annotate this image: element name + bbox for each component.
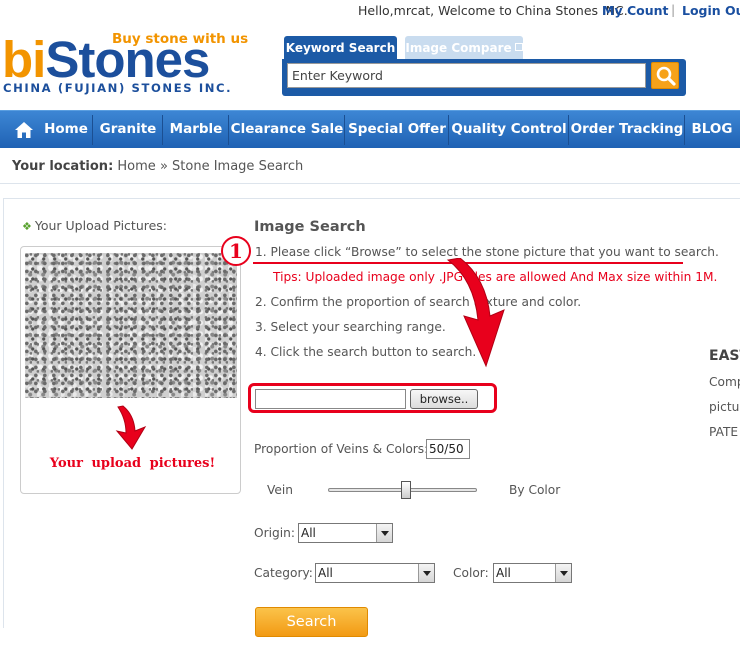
nav-divider xyxy=(228,115,229,145)
search-frame xyxy=(282,59,686,96)
color-label: Color: xyxy=(453,566,489,580)
search-button[interactable]: Search xyxy=(255,607,368,637)
page: Hello,mrcat, Welcome to China Stones INC… xyxy=(0,0,740,650)
origin-select-value: All xyxy=(301,526,316,540)
step-1-text: 1. Please click “Browse” to select the s… xyxy=(255,245,719,259)
uploaded-granite-image xyxy=(25,253,237,398)
nav-divider xyxy=(684,115,685,145)
keyword-search-input[interactable] xyxy=(287,63,646,88)
nav-granite[interactable]: Granite xyxy=(94,111,162,148)
breadcrumb-label: Your location: xyxy=(12,159,114,174)
category-label: Category: xyxy=(254,566,313,580)
top-bar: Hello,mrcat, Welcome to China Stones INC… xyxy=(0,0,740,22)
browse-button[interactable]: browse.. xyxy=(410,389,478,409)
topbar-separator: | xyxy=(671,2,676,17)
proportion-label: Proportion of Veins & Colors: xyxy=(254,442,429,456)
logo-company-name: CHINA (FUJIAN) STONES INC. xyxy=(3,81,233,95)
window-icon xyxy=(514,43,523,51)
annotation-big-arrow-icon xyxy=(446,258,505,368)
nav-divider xyxy=(344,115,345,145)
upload-heading: ❖ Your Upload Pictures: xyxy=(22,218,167,233)
origin-label: Origin: xyxy=(254,526,295,540)
site-logo[interactable]: Buy stone with us biStones CHINA (FUJIAN… xyxy=(0,28,260,100)
nav-blog[interactable]: BLOG xyxy=(686,111,738,148)
proportion-input[interactable] xyxy=(426,439,470,459)
file-path-input[interactable] xyxy=(255,389,406,409)
tab-image-compare[interactable]: Image Compare xyxy=(405,36,523,60)
breadcrumb-home[interactable]: Home xyxy=(117,159,155,174)
search-icon xyxy=(656,66,676,86)
welcome-text: Hello,mrcat, Welcome to China Stones INC… xyxy=(358,3,628,18)
side-text-line: pictur xyxy=(709,400,740,414)
category-select-value: All xyxy=(318,566,333,580)
nav-quality-control[interactable]: Quality Control xyxy=(450,111,568,148)
home-icon[interactable] xyxy=(14,121,34,139)
tab-keyword-search-label: Keyword Search xyxy=(285,41,396,55)
nav-divider xyxy=(162,115,163,145)
nav-divider xyxy=(448,115,449,145)
nav-order-tracking[interactable]: Order Tracking xyxy=(570,111,684,148)
site-search: Keyword Search Image Compare xyxy=(282,36,686,96)
breadcrumb-separator: » xyxy=(159,159,168,174)
nav-marble[interactable]: Marble xyxy=(164,111,228,148)
nav-special-offer[interactable]: Special Offer xyxy=(346,111,448,148)
chevron-down-icon xyxy=(376,524,392,542)
annotation-arrow-icon xyxy=(115,405,147,450)
step-2-text: 2. Confirm the proportion of search text… xyxy=(255,295,582,309)
step-3-text: 3. Select your searching range. xyxy=(255,320,446,334)
breadcrumb: Your location: Home » Stone Image Search xyxy=(12,159,303,174)
tab-image-compare-label: Image Compare xyxy=(405,41,512,55)
slider-right-label: By Color xyxy=(509,483,561,497)
breadcrumb-current: Stone Image Search xyxy=(172,159,304,174)
nav-divider xyxy=(92,115,93,145)
search-go-button[interactable] xyxy=(651,62,679,89)
logo-wordmark-bi: bi xyxy=(2,31,46,88)
step-badge: 1 xyxy=(221,236,251,266)
image-search-title: Image Search xyxy=(254,219,366,235)
tab-keyword-search[interactable]: Keyword Search xyxy=(284,36,397,60)
slider-left-label: Vein xyxy=(267,483,293,497)
origin-select[interactable]: All xyxy=(298,523,393,543)
color-select[interactable]: All xyxy=(493,563,572,583)
bullet-icon: ❖ xyxy=(22,220,32,233)
side-text-line: PATE xyxy=(709,425,739,439)
category-select[interactable]: All xyxy=(315,563,435,583)
login-out-link[interactable]: Login Out xyxy=(682,3,740,18)
nav-home[interactable]: Home xyxy=(40,111,92,148)
chevron-down-icon xyxy=(555,564,571,582)
upload-heading-label: Your Upload Pictures: xyxy=(34,218,168,233)
upload-annotation: Your upload pictures! xyxy=(49,456,216,471)
side-text-line: Comp xyxy=(709,375,740,389)
main-nav: Home Granite Marble Clearance Sale Speci… xyxy=(0,110,740,148)
nav-clearance-sale[interactable]: Clearance Sale xyxy=(230,111,344,148)
color-select-value: All xyxy=(496,566,511,580)
logo-wordmark: biStones xyxy=(2,31,210,88)
divider xyxy=(0,183,740,184)
chevron-down-icon xyxy=(418,564,434,582)
side-heading: EAST xyxy=(709,348,740,364)
vein-color-slider-thumb[interactable] xyxy=(401,481,411,499)
nav-divider xyxy=(568,115,569,145)
logo-wordmark-stones: Stones xyxy=(45,31,210,88)
my-count-link[interactable]: My Count xyxy=(602,3,668,18)
